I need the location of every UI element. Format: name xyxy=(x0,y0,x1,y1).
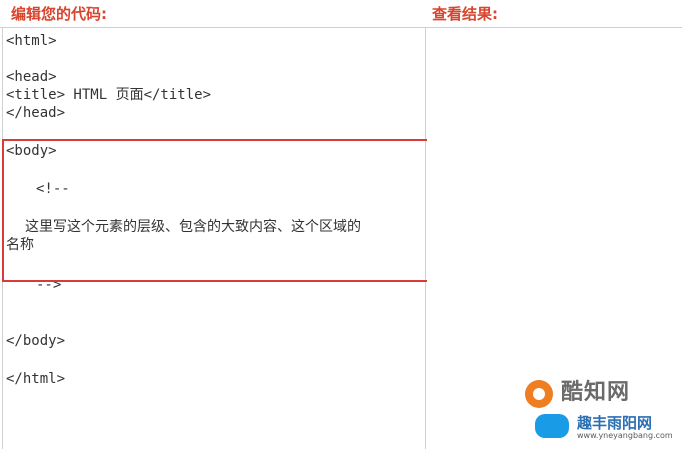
watermark-site-icon xyxy=(535,414,569,438)
code-line-head-open: <head> xyxy=(6,69,57,85)
code-line-comment-text: 这里写这个元素的层级、包含的大致内容、这个区域的 xyxy=(25,219,361,235)
editor-label: 编辑您的代码: xyxy=(11,5,107,23)
code-line-body-open: <body> xyxy=(6,143,57,159)
code-line-comment-text-2: 名称 xyxy=(6,237,34,253)
watermark: 酷知网 趣丰雨阳网 www.yneyangbang.com xyxy=(519,374,679,446)
code-editor[interactable]: <html> <head> <title> HTML 页面</title> </… xyxy=(2,28,426,449)
code-line-title: <title> HTML 页面</title> xyxy=(6,87,212,103)
code-line-body-close: </body> xyxy=(6,333,66,349)
code-line-comment-open: <!-- xyxy=(36,181,70,197)
watermark-logo-icon xyxy=(525,380,553,408)
code-line-comment-close: --> xyxy=(36,277,62,293)
code-line-html-open: <html> xyxy=(6,33,57,49)
result-label: 查看结果: xyxy=(432,5,498,23)
watermark-logo-text: 酷知网 xyxy=(561,380,631,405)
watermark-url: www.yneyangbang.com xyxy=(577,431,673,440)
code-line-html-close: </html> xyxy=(6,371,66,387)
watermark-site-name: 趣丰雨阳网 xyxy=(577,414,653,432)
header-bar: 编辑您的代码: 查看结果: xyxy=(0,0,682,26)
code-line-head-close: </head> xyxy=(6,105,66,121)
